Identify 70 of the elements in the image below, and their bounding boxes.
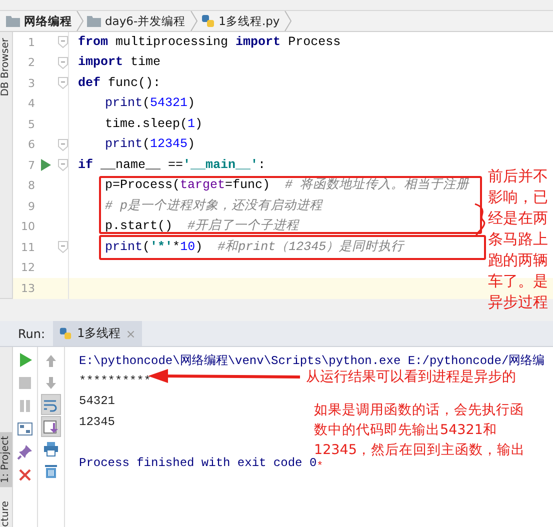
trash-icon <box>43 462 59 478</box>
python-file-icon <box>200 14 215 28</box>
line-number: 2 <box>27 56 35 70</box>
code-line: import time <box>78 56 161 70</box>
line-number: 3 <box>27 76 35 90</box>
up-arrow-icon <box>43 352 59 368</box>
toolbar-button[interactable] <box>41 416 61 437</box>
console-line: 54321 <box>79 394 116 408</box>
project-tab[interactable]: 1: Project <box>0 432 12 488</box>
asterisk-mark: * <box>316 461 324 473</box>
code-line: if __name__ =='__main__': <box>78 158 266 172</box>
run-tab[interactable]: 1多线程 × <box>53 321 142 346</box>
run-tab-label: 1多线程 <box>77 325 121 342</box>
python-icon <box>59 327 72 340</box>
pin-icon[interactable] <box>17 444 33 460</box>
code-line: time.sleep(1) <box>105 118 203 131</box>
scroll-to-end-icon <box>43 418 59 434</box>
folder-icon <box>87 15 101 27</box>
chevron-icon <box>284 11 292 31</box>
fold-icon[interactable] <box>58 56 68 69</box>
code-line: print(54321) <box>105 97 196 110</box>
code-line: p.start() #开启了一个子进程 <box>105 220 300 234</box>
fold-icon[interactable] <box>58 241 68 254</box>
console-line: 12345 <box>79 414 116 429</box>
fold-icon[interactable] <box>58 159 68 172</box>
fold-icon[interactable] <box>58 77 68 90</box>
fold-icon[interactable] <box>58 138 68 151</box>
chevron-icon <box>190 11 198 31</box>
stop-icon[interactable] <box>17 375 33 391</box>
line-number: 11 <box>20 240 35 254</box>
code-line: p=Process(target=func) # 将函数地址传入。相当于注册 <box>105 179 470 192</box>
line-number: 7 <box>27 158 35 172</box>
run-icon[interactable] <box>41 159 51 172</box>
code-line: # p是一个进程对象，还没有启动进程 <box>105 200 323 213</box>
console-line: Process finished with exit code 0 <box>79 456 317 470</box>
run-icon[interactable] <box>17 352 33 368</box>
down-arrow-icon <box>43 374 59 390</box>
line-number: 8 <box>27 179 35 192</box>
fold-icon[interactable] <box>58 36 68 48</box>
chevron-icon <box>76 11 84 31</box>
code-line: def func(): <box>78 76 161 90</box>
printer-icon <box>43 440 59 456</box>
annotation-text: 从运行结果可以看到进程是异步的 <box>306 368 516 386</box>
structure-tab[interactable]: cture <box>0 501 12 527</box>
code-line: print('*'*10) #和print（12345）是同时执行 <box>105 240 404 254</box>
line-number: 1 <box>27 36 35 49</box>
close-icon[interactable] <box>17 467 33 483</box>
console-line: ********** <box>79 374 152 388</box>
code-line: from multiprocessing import Process <box>78 36 341 49</box>
db-browser-tab[interactable]: DB Browser <box>0 38 11 96</box>
bracket-line <box>474 203 486 237</box>
layout-icon[interactable] <box>17 421 33 437</box>
line-number: 10 <box>20 220 35 234</box>
run-label: Run: <box>18 326 46 340</box>
annotation-text: 如果是调用函数的话，会先执行函数中的代码即先输出54321和12345，然后在回到主函数，输出 <box>314 401 526 458</box>
line-number: 9 <box>27 200 35 213</box>
line-number: 5 <box>27 118 35 131</box>
toolbar-button[interactable] <box>41 394 61 415</box>
code-line: print(12345) <box>105 138 196 152</box>
line-number: 12 <box>20 261 35 274</box>
breadcrumb-item[interactable]: 1多线程.py <box>218 14 280 28</box>
line-number: 13 <box>20 282 35 295</box>
console-line: E:\pythoncode\网络编程\venv\Scripts\python.exe E:/pythoncode/网络编 <box>79 352 545 369</box>
line-number: 4 <box>27 97 35 110</box>
breadcrumb-item[interactable]: day6-并发编程 <box>105 14 186 28</box>
annotation-text: 前后并不影响，已经是在两条马路上跑的两辆车了。是异步过程 <box>488 166 549 313</box>
line-number: 6 <box>27 138 35 152</box>
pause-icon[interactable] <box>17 398 33 414</box>
breadcrumb-item[interactable]: 网络编程 <box>24 14 72 28</box>
folder-icon <box>6 15 20 27</box>
